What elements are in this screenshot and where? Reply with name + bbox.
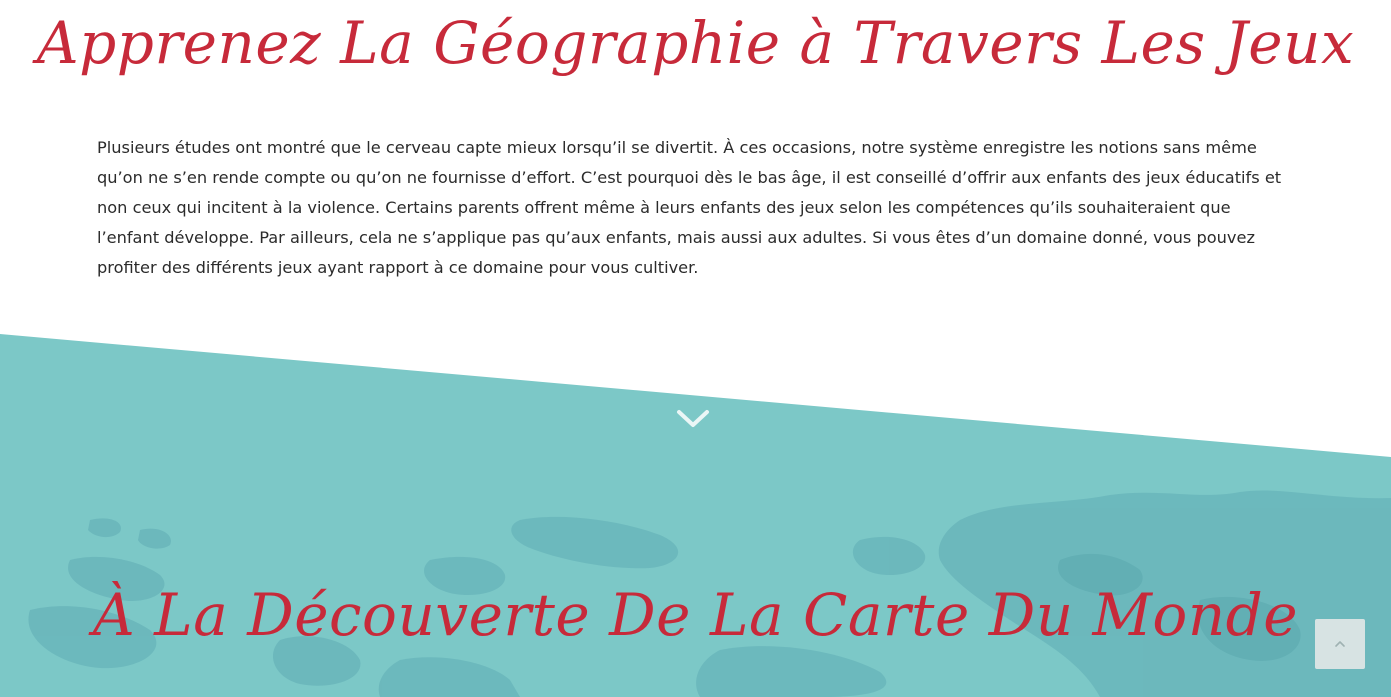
intro-paragraph: Plusieurs études ont montré que le cerve… bbox=[97, 138, 1282, 277]
intro-title: Apprenez La Géographie à Travers Les Jeu… bbox=[36, 9, 1355, 77]
chevron-up-icon bbox=[1335, 641, 1345, 647]
chevron-down-icon bbox=[677, 410, 709, 427]
page: Apprenez La Géographie à Travers Les Jeu… bbox=[0, 0, 1391, 697]
back-to-top-button[interactable] bbox=[1315, 619, 1365, 669]
scroll-down-button[interactable] bbox=[674, 404, 712, 432]
section-title: À La Découverte De La Carte Du Monde bbox=[92, 581, 1299, 649]
